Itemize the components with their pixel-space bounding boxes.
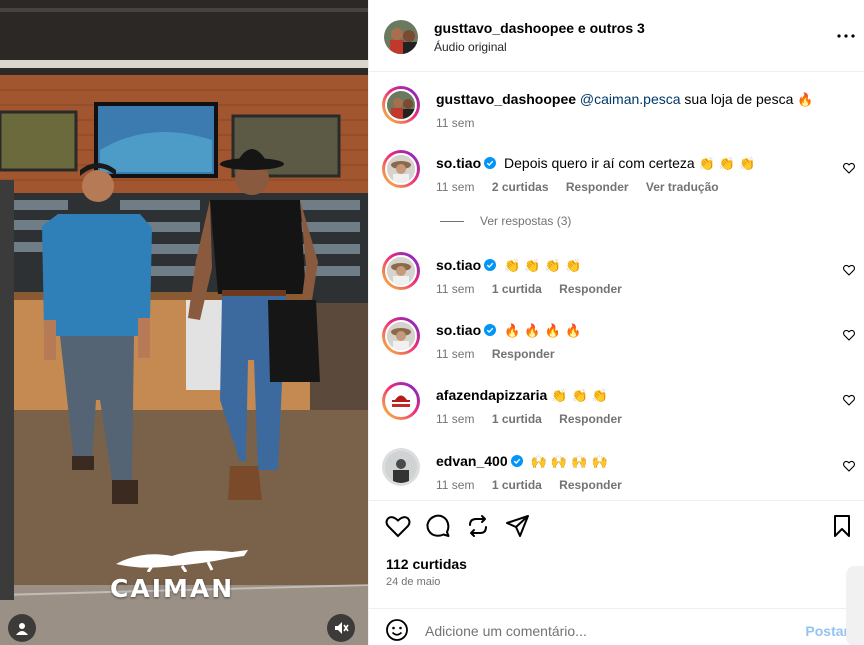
comment-emoji: 👏 👏 👏: [551, 389, 608, 404]
heart-icon[interactable]: [843, 329, 855, 341]
verified-badge-icon: [484, 324, 497, 336]
verified-badge-icon: [484, 259, 497, 271]
comment-emoji: 🙌 🙌 🙌 🙌: [530, 455, 608, 470]
reply-button[interactable]: Responder: [566, 180, 629, 194]
audio-label[interactable]: Áudio original: [434, 40, 507, 54]
comment-username[interactable]: so.tiao: [436, 257, 481, 273]
comment-username[interactable]: so.tiao: [436, 155, 481, 171]
comment-time[interactable]: 11 sem: [436, 412, 474, 426]
caption-avatar[interactable]: [382, 86, 420, 124]
save-bookmark-icon[interactable]: [829, 513, 855, 539]
mute-button[interactable]: [327, 614, 355, 642]
tagged-users-button[interactable]: [8, 614, 36, 642]
likes-count[interactable]: 112 curtidas: [386, 556, 467, 572]
post-details-panel: gusttavo_dashoopee e outros 3 Áudio orig…: [368, 0, 864, 645]
comment-emoji: 👏 👏 👏 👏: [504, 259, 582, 274]
comment-emoji: 👏 👏 👏: [698, 157, 756, 172]
post-date[interactable]: 24 de maio: [386, 576, 440, 588]
commenter-avatar[interactable]: [382, 448, 420, 486]
comment-emoji: 🔥 🔥 🔥 🔥: [504, 324, 582, 339]
reply-button[interactable]: Responder: [559, 282, 622, 296]
comment-time[interactable]: 11 sem: [436, 347, 474, 361]
post-author[interactable]: gusttavo_dashoopee e outros 3: [434, 20, 645, 36]
heart-icon[interactable]: [843, 162, 855, 174]
commenter-avatar[interactable]: [382, 317, 420, 355]
comment-icon[interactable]: [425, 513, 451, 539]
commenter-avatar[interactable]: [382, 252, 420, 290]
brand-watermark: CAIMAN: [110, 574, 235, 603]
commenter-avatar[interactable]: [382, 382, 420, 420]
reply-button[interactable]: Responder: [559, 478, 622, 492]
post-actions: 112 curtidas 24 de maio: [369, 500, 864, 608]
verified-badge-icon: [484, 157, 497, 169]
caption-emoji: 🔥: [797, 93, 814, 108]
like-heart-icon[interactable]: [385, 513, 411, 539]
comment-time[interactable]: 11 sem: [436, 282, 474, 296]
comment-likes[interactable]: 1 curtida: [492, 412, 542, 426]
comment-text: Depois quero ir aí com certeza: [504, 155, 695, 171]
avatar-photo: [384, 20, 418, 54]
comment-time[interactable]: 11 sem: [436, 116, 474, 130]
muted-speaker-icon: [335, 622, 349, 634]
scrollbar-thumb[interactable]: [846, 566, 864, 645]
user-tag-icon: [16, 623, 28, 635]
comment-username[interactable]: so.tiao: [436, 322, 481, 338]
comment-composer: Adicione um comentário... Postar: [369, 608, 864, 645]
comment-input[interactable]: Adicione um comentário...: [425, 623, 587, 639]
comments-list[interactable]: gusttavo_dashoopee @caiman.pesca sua loj…: [369, 72, 864, 500]
heart-icon[interactable]: [843, 264, 855, 276]
comment-username[interactable]: afazendapizzaria: [436, 387, 547, 403]
emoji-picker-icon[interactable]: [385, 618, 409, 642]
comment-likes[interactable]: 2 curtidas: [492, 180, 549, 194]
author-avatar[interactable]: [384, 20, 418, 54]
reply-button[interactable]: Responder: [492, 347, 555, 361]
replies-divider: [440, 221, 464, 223]
comment-likes[interactable]: 1 curtida: [492, 282, 542, 296]
repost-icon[interactable]: [465, 513, 491, 539]
more-options-button[interactable]: [836, 26, 856, 46]
heart-icon[interactable]: [843, 394, 855, 406]
mention-link[interactable]: @caiman.pesca: [580, 91, 681, 107]
more-horizontal-icon: [837, 34, 855, 38]
comment-likes[interactable]: 1 curtida: [492, 478, 542, 492]
reply-button[interactable]: Responder: [559, 412, 622, 426]
verified-badge-icon: [510, 455, 523, 467]
comment-time[interactable]: 11 sem: [436, 180, 474, 194]
comment-username[interactable]: edvan_400: [436, 453, 508, 469]
post-comment-button[interactable]: Postar: [805, 623, 849, 639]
share-icon[interactable]: [505, 513, 531, 539]
caiman-logo-icon: [116, 550, 248, 572]
caption-text: sua loja de pesca: [680, 91, 794, 107]
view-replies-label: Ver respostas (3): [480, 214, 572, 228]
comment-time[interactable]: 11 sem: [436, 478, 474, 492]
comment-username[interactable]: gusttavo_dashoopee: [436, 91, 576, 107]
view-replies-button[interactable]: Ver respostas (3): [440, 214, 571, 228]
commenter-avatar[interactable]: [382, 150, 420, 188]
heart-icon[interactable]: [843, 460, 855, 472]
post-header: gusttavo_dashoopee e outros 3 Áudio orig…: [369, 0, 864, 72]
translate-button[interactable]: Ver tradução: [646, 180, 719, 194]
post-media[interactable]: CAIMAN: [0, 0, 368, 645]
